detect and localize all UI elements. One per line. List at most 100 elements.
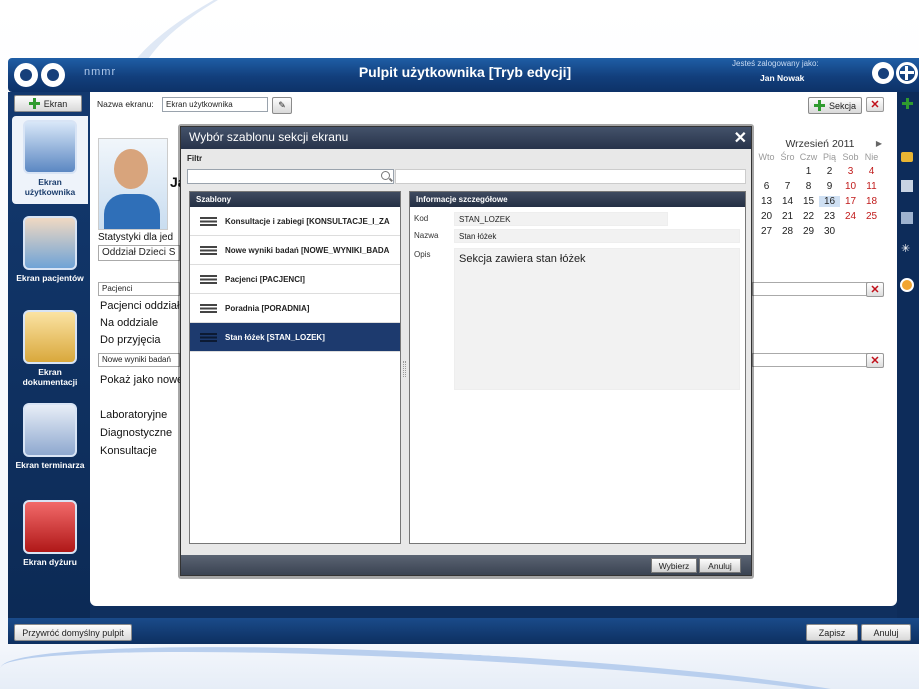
- delete-results-section-button[interactable]: ✕: [866, 353, 884, 368]
- right-toolbar: ✳: [897, 92, 919, 618]
- template-item-selected[interactable]: Stan łóżek [STAN_LOZEK]: [190, 323, 400, 352]
- calendar-day[interactable]: 11: [861, 181, 882, 192]
- calendar-day[interactable]: 20: [756, 211, 777, 222]
- list-icon: [200, 216, 217, 226]
- calendar-widget: Wrzesień 2011 ▶ Wto Śro Czw Pią Sob Nie …: [756, 138, 884, 237]
- panel-splitter[interactable]: [403, 361, 406, 377]
- calendar-day[interactable]: 15: [798, 196, 819, 207]
- templates-header: Szablony: [190, 192, 400, 207]
- dialog-title-bar: Wybór szablonu sekcji ekranu ✕: [181, 127, 751, 149]
- calendar-day[interactable]: 24: [840, 211, 861, 222]
- template-picker-dialog: Wybór szablonu sekcji ekranu ✕ Filtr Sza…: [180, 126, 752, 576]
- calendar-day[interactable]: 29: [798, 226, 819, 237]
- calendar-day[interactable]: 27: [756, 226, 777, 237]
- clock-icon[interactable]: [900, 278, 914, 292]
- cancel-dialog-button[interactable]: Anuluj: [699, 558, 741, 573]
- sparkle-icon[interactable]: ✳: [901, 242, 913, 255]
- monitor-icon: [23, 120, 77, 174]
- calendar-day[interactable]: 18: [861, 196, 882, 207]
- tool-icon[interactable]: [901, 152, 913, 162]
- sidebar-item-user-screen[interactable]: Ekran użytkownika: [12, 116, 88, 204]
- filter-input[interactable]: [187, 169, 394, 184]
- logo-circle-icon: [41, 63, 65, 87]
- filter-input-extension: [395, 169, 746, 184]
- add-widget-icon[interactable]: [902, 98, 913, 112]
- pencil-icon: ✎: [278, 100, 286, 110]
- name-label: Nazwa: [414, 231, 439, 240]
- close-icon[interactable]: ✕: [734, 128, 747, 148]
- template-item[interactable]: Poradnia [PORADNIA]: [190, 294, 400, 323]
- calendar-day[interactable]: 28: [777, 226, 798, 237]
- calendar-day[interactable]: 25: [861, 211, 882, 222]
- name-value: Stan łóżek: [454, 229, 740, 243]
- calendar-day[interactable]: 1: [798, 166, 819, 177]
- new-results-section-field[interactable]: Nowe wyniki badań: [98, 353, 180, 367]
- calendar-day[interactable]: 2: [819, 166, 840, 177]
- restore-default-button[interactable]: Przywróć domyślny pulpit: [14, 624, 132, 641]
- to-admit-text: Do przyjęcia: [100, 334, 161, 346]
- plus-icon: [28, 98, 40, 109]
- next-month-icon[interactable]: ▶: [876, 139, 882, 148]
- corner-logo: [872, 62, 918, 84]
- calendar-day[interactable]: 21: [777, 211, 798, 222]
- calendar-day[interactable]: 14: [777, 196, 798, 207]
- calendar-day[interactable]: 10: [840, 181, 861, 192]
- template-item[interactable]: Konsultacje i zabiegi [KONSULTACJE_I_ZA: [190, 207, 400, 236]
- patients-section-bar: [752, 282, 882, 296]
- calendar-title: Wrzesień 2011 ▶: [785, 138, 882, 150]
- calendar-day[interactable]: [861, 226, 882, 237]
- add-screen-button[interactable]: Ekran: [14, 95, 82, 112]
- calendar-dow: Czw: [799, 152, 818, 162]
- background-swoosh: [0, 0, 919, 58]
- calendar-day[interactable]: [756, 166, 777, 177]
- description-value: Sekcja zawiera stan łóżek: [454, 248, 740, 390]
- calendar-day[interactable]: 17: [840, 196, 861, 207]
- delete-screen-button[interactable]: ✕: [866, 97, 884, 112]
- screen-name-input[interactable]: Ekran użytkownika: [162, 97, 268, 112]
- department-select[interactable]: Oddział Dzieci S: [98, 245, 180, 261]
- calendar-day[interactable]: 3: [840, 166, 861, 177]
- save-button[interactable]: Zapisz: [806, 624, 858, 641]
- calendar-day[interactable]: [777, 166, 798, 177]
- list-icon: [200, 332, 217, 342]
- calendar-day[interactable]: 22: [798, 211, 819, 222]
- list-icon: [200, 245, 217, 255]
- dialog-title: Wybór szablonu sekcji ekranu: [189, 130, 349, 144]
- show-as-new-text: Pokaż jako nowe: [100, 374, 184, 386]
- cancel-button[interactable]: Anuluj: [861, 624, 911, 641]
- list-icon: [200, 274, 217, 284]
- sidebar-item-schedule-screen[interactable]: Ekran terminarza: [14, 403, 86, 471]
- calendar-day[interactable]: 4: [861, 166, 882, 177]
- details-header: Informacje szczegółowe: [410, 192, 745, 207]
- delete-patients-section-button[interactable]: ✕: [866, 282, 884, 297]
- calendar-day[interactable]: [840, 226, 861, 237]
- choose-button[interactable]: Wybierz: [651, 558, 697, 573]
- edit-name-button[interactable]: ✎: [272, 97, 292, 114]
- patients-section-field[interactable]: Pacjenci: [98, 282, 180, 296]
- calendar-day-today[interactable]: 16: [819, 196, 840, 207]
- calendar-day[interactable]: 6: [756, 181, 777, 192]
- user-name: Jan Nowak: [760, 73, 805, 83]
- code-value: STAN_LOZEK: [454, 212, 668, 226]
- results-section-bar: [752, 353, 882, 367]
- template-item[interactable]: Nowe wyniki badań [NOWE_WYNIKI_BADA: [190, 236, 400, 265]
- calendar-day[interactable]: 30: [819, 226, 840, 237]
- sidebar-item-patients-screen[interactable]: Ekran pacjentów: [14, 216, 86, 284]
- calendar-day[interactable]: 9: [819, 181, 840, 192]
- tool-icon[interactable]: [901, 212, 913, 224]
- tool-icon[interactable]: [901, 180, 913, 192]
- calendar-day[interactable]: 23: [819, 211, 840, 222]
- add-section-button[interactable]: Sekcja: [808, 97, 862, 114]
- bottom-bar: [8, 618, 919, 644]
- sidebar-item-documentation-screen[interactable]: Ekran dokumentacji: [14, 310, 86, 388]
- search-icon[interactable]: [381, 171, 390, 180]
- description-label: Opis: [414, 250, 431, 259]
- calendar-day[interactable]: 7: [777, 181, 798, 192]
- details-panel: Informacje szczegółowe Kod STAN_LOZEK Na…: [409, 191, 746, 544]
- sidebar-item-duty-screen[interactable]: Ekran dyżuru: [14, 500, 86, 568]
- template-item[interactable]: Pacjenci [PACJENCI]: [190, 265, 400, 294]
- calendar-day[interactable]: 13: [756, 196, 777, 207]
- background-swoosh: [0, 644, 919, 689]
- list-icon: [200, 303, 217, 313]
- calendar-day[interactable]: 8: [798, 181, 819, 192]
